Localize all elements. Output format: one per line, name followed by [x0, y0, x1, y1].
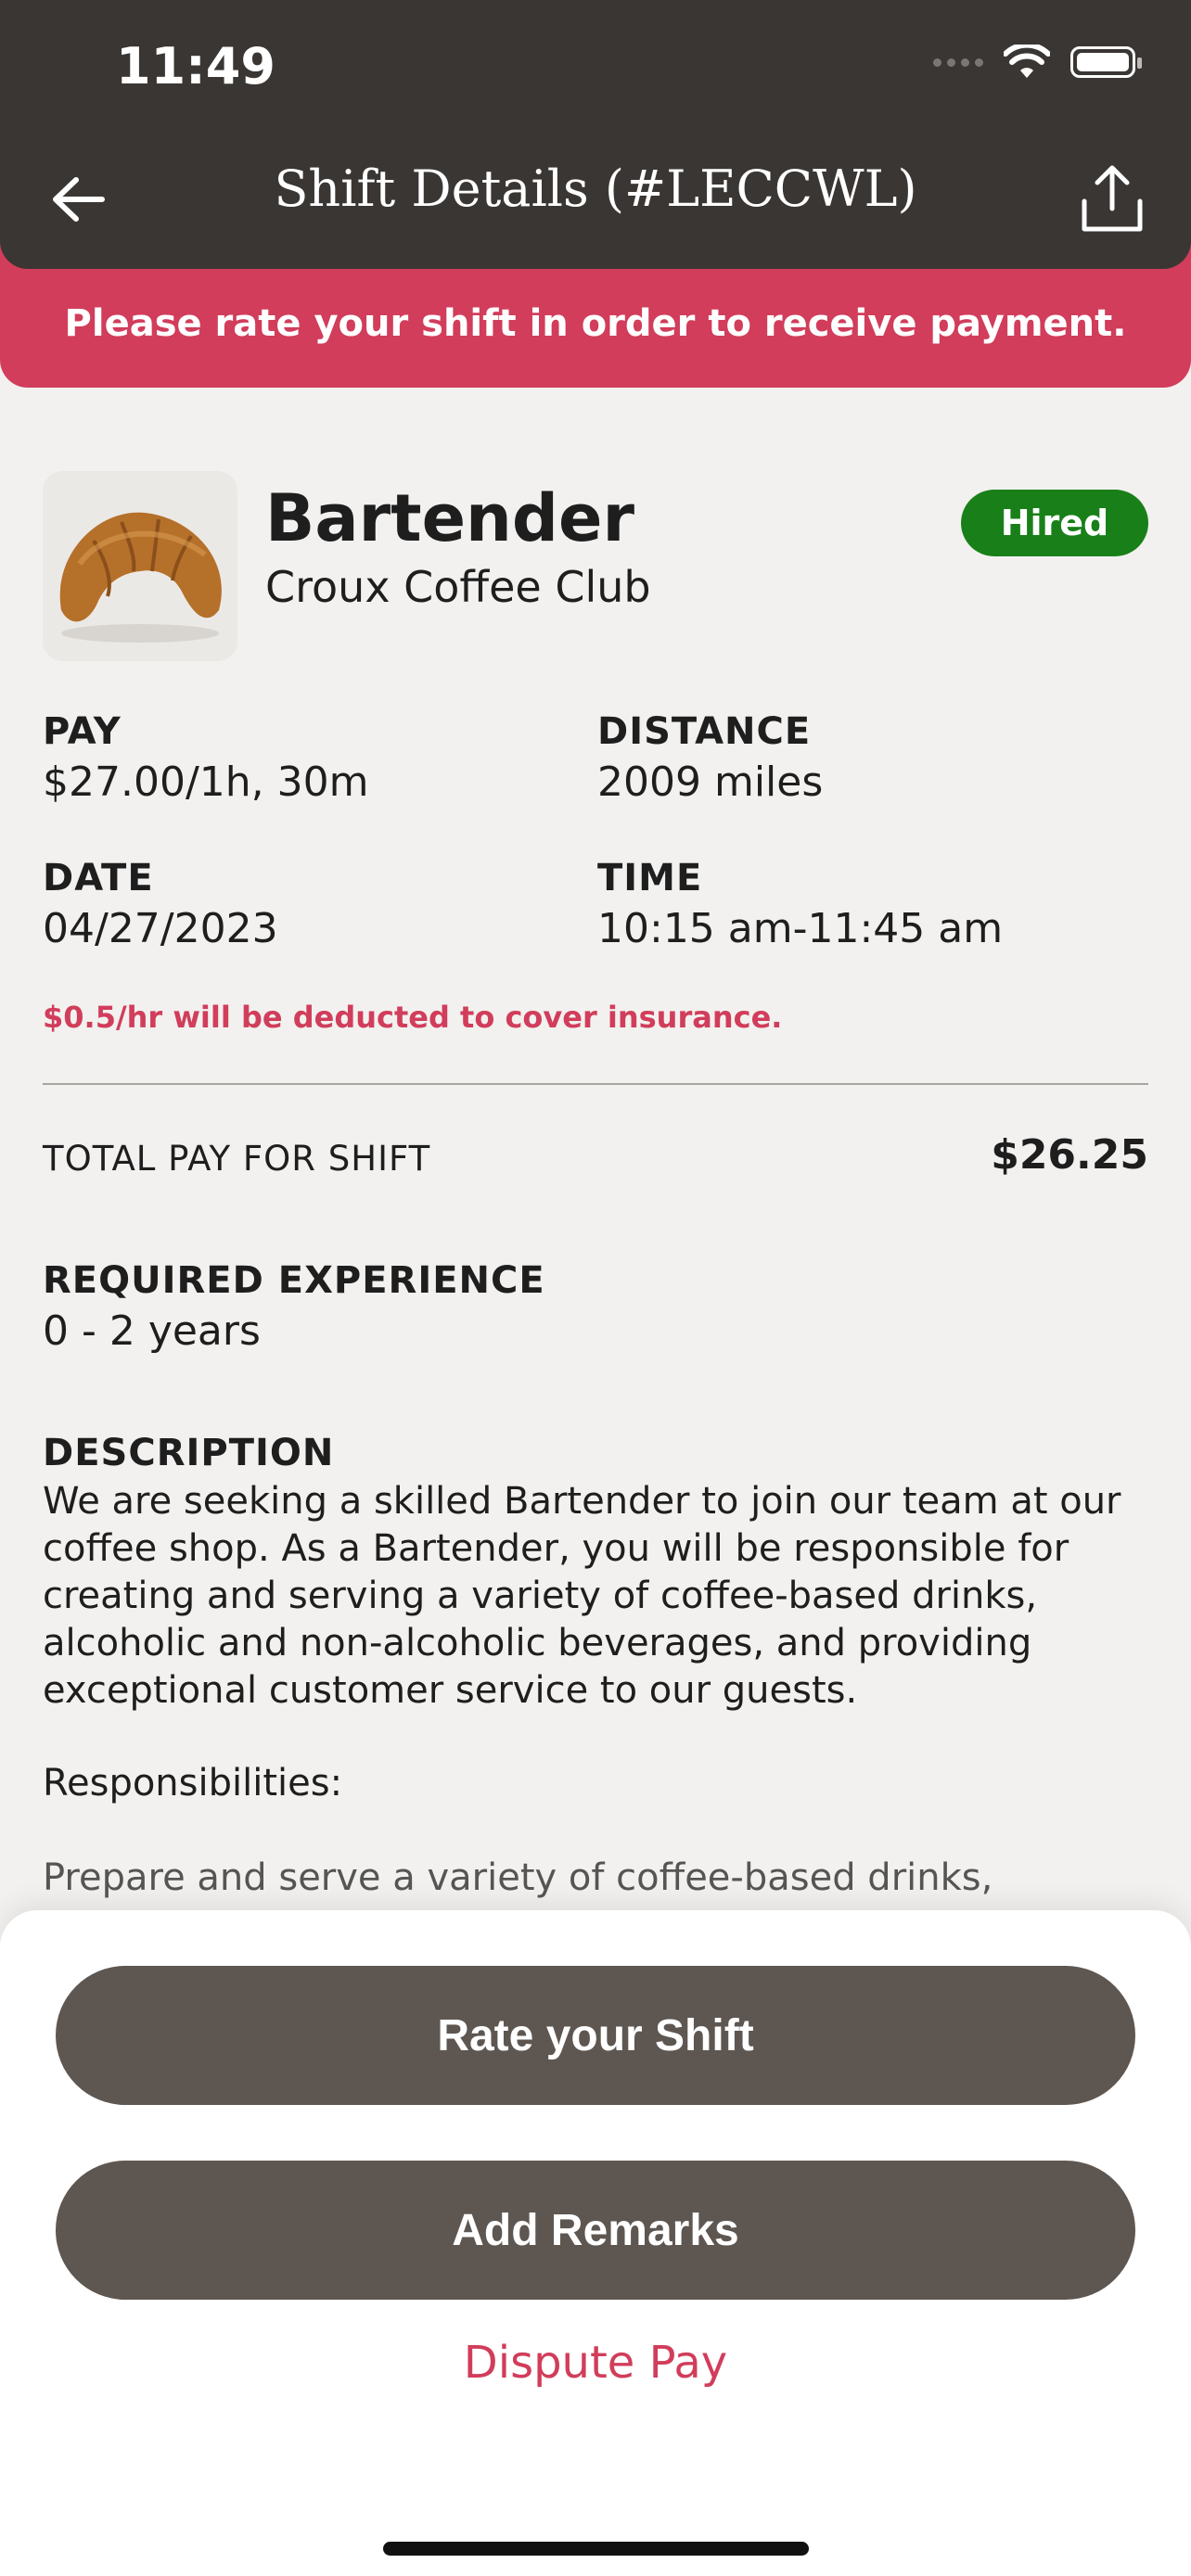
description-text: We are seeking a skilled Bartender to jo… — [43, 1480, 1121, 1712]
home-indicator — [383, 2542, 809, 2556]
company-name: Croux Coffee Club — [265, 562, 651, 612]
time-value: 10:15 am-11:45 am — [597, 905, 1004, 952]
time-label: TIME — [597, 857, 703, 899]
insurance-note: $0.5/hr will be deducted to cover insura… — [43, 1000, 783, 1035]
action-sheet: Rate your Shift Add Remarks Dispute Pay — [0, 1910, 1191, 2576]
status-time: 11:49 — [116, 37, 275, 96]
total-pay-value: $26.25 — [991, 1131, 1148, 1179]
rate-shift-button[interactable]: Rate your Shift — [56, 1966, 1135, 2105]
status-icons — [933, 45, 1142, 80]
page-title: Shift Details (#LECCWL) — [274, 159, 917, 218]
pay-label: PAY — [43, 710, 122, 753]
app-header: 11:49 Shift Details (#LECCWL) — [0, 0, 1191, 269]
share-button[interactable] — [1075, 162, 1149, 236]
distance-label: DISTANCE — [597, 710, 812, 753]
responsibilities-text: Prepare and serve a variety of coffee-ba… — [43, 1856, 993, 1899]
signal-icon — [933, 57, 983, 67]
pay-value: $27.00/1h, 30m — [43, 759, 369, 806]
experience-value: 0 - 2 years — [43, 1307, 261, 1355]
wifi-icon — [1004, 45, 1050, 78]
divider — [43, 1083, 1148, 1085]
total-pay-label: TOTAL PAY FOR SHIFT — [43, 1139, 431, 1179]
date-label: DATE — [43, 857, 154, 899]
battery-icon — [1070, 46, 1142, 78]
distance-value: 2009 miles — [597, 759, 824, 806]
croissant-image — [43, 471, 237, 661]
dispute-pay-link[interactable]: Dispute Pay — [0, 2337, 1191, 2389]
job-title: Bartender — [265, 480, 634, 556]
date-value: 04/27/2023 — [43, 905, 278, 952]
add-remarks-button[interactable]: Add Remarks — [56, 2161, 1135, 2300]
status-badge: Hired — [961, 490, 1148, 556]
description-label: DESCRIPTION — [43, 1432, 335, 1474]
experience-label: REQUIRED EXPERIENCE — [43, 1259, 545, 1302]
share-icon — [1082, 165, 1143, 232]
responsibilities-label: Responsibilities: — [43, 1762, 343, 1804]
